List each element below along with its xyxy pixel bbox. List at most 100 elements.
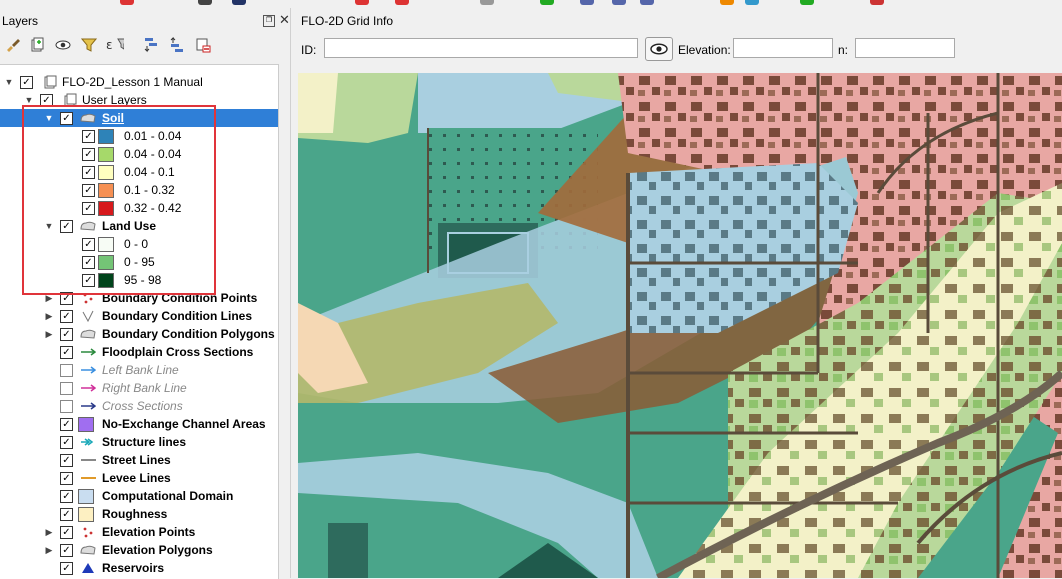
layer-visibility-checkbox[interactable]: ✓ [60, 328, 73, 341]
layer-label: Boundary Condition Points [102, 291, 257, 305]
layer-label: Cross Sections [102, 399, 183, 413]
layers-tree[interactable]: ▼✓FLO-2D_Lesson 1 Manual▼✓User Layers▼✓S… [0, 64, 279, 579]
filter-icon[interactable] [80, 36, 98, 54]
layer-visibility-checkbox[interactable]: ✓ [60, 526, 73, 539]
layer-visibility-checkbox[interactable] [60, 364, 73, 377]
expand-arrow-icon[interactable]: ▶ [44, 293, 54, 304]
layer-row[interactable]: ▶✓Elevation Polygons [0, 541, 278, 559]
layer-visibility-checkbox[interactable]: ✓ [60, 490, 73, 503]
layer-row[interactable]: ✓No-Exchange Channel Areas [0, 415, 278, 433]
layer-visibility-checkbox[interactable]: ✓ [82, 238, 95, 251]
layer-row[interactable]: ▼✓Soil [0, 109, 278, 127]
layer-visibility-checkbox[interactable]: ✓ [82, 274, 95, 287]
collapse-arrow-icon[interactable]: ▼ [4, 77, 14, 87]
layer-row[interactable]: ✓ Levee Lines [0, 469, 278, 487]
layer-visibility-checkbox[interactable]: ✓ [60, 310, 73, 323]
eye-icon[interactable] [54, 36, 72, 54]
paint-brush-icon[interactable] [4, 36, 22, 54]
add-group-icon[interactable] [28, 36, 46, 54]
layer-visibility-checkbox[interactable]: ✓ [82, 184, 95, 197]
layer-visibility-checkbox[interactable]: ✓ [60, 508, 73, 521]
layer-row[interactable]: ✓ 0.01 - 0.04 [0, 127, 278, 145]
layer-row[interactable]: Right Bank Line [0, 379, 278, 397]
layer-row[interactable]: ✓0.32 - 0.42 [0, 199, 278, 217]
expand-arrow-icon[interactable]: ▶ [44, 527, 54, 538]
layer-row[interactable]: ▶✓Boundary Condition Polygons [0, 325, 278, 343]
layer-row[interactable]: ✓Structure lines [0, 433, 278, 451]
layer-row[interactable]: ✓0.1 - 0.32 [0, 181, 278, 199]
triangle-icon [80, 561, 96, 575]
layer-visibility-checkbox[interactable]: ✓ [82, 256, 95, 269]
layer-row[interactable]: ▼✓Land Use [0, 217, 278, 235]
arrow-blue-icon [80, 363, 96, 377]
layer-row[interactable]: ✓Roughness [0, 505, 278, 523]
layer-row[interactable]: ✓ 95 - 98 [0, 271, 278, 289]
layer-row[interactable]: Cross Sections [0, 397, 278, 415]
eye-button[interactable] [645, 37, 673, 61]
layer-row[interactable]: ✓Street Lines [0, 451, 278, 469]
expand-arrow-icon[interactable]: ▶ [44, 311, 54, 322]
layer-row[interactable]: ▶ ✓ Boundary Condition Points [0, 289, 278, 307]
layer-label: Left Bank Line [102, 363, 179, 377]
line-orange-icon [80, 471, 96, 485]
filter-expression-icon[interactable]: ε [106, 36, 124, 54]
grid-info-title: FLO-2D Grid Info [301, 14, 393, 28]
n-input[interactable] [855, 38, 955, 58]
layer-label: 0.01 - 0.04 [124, 129, 181, 143]
layer-label: Levee Lines [102, 471, 171, 485]
layer-visibility-checkbox[interactable]: ✓ [60, 436, 73, 449]
layer-visibility-checkbox[interactable]: ✓ [60, 472, 73, 485]
layer-label: 95 - 98 [124, 273, 161, 287]
layer-label: Computational Domain [102, 489, 233, 503]
expand-all-icon[interactable] [142, 36, 160, 54]
layer-visibility-checkbox[interactable]: ✓ [82, 202, 95, 215]
collapse-arrow-icon[interactable]: ▼ [44, 113, 54, 123]
expand-arrow-icon[interactable]: ▶ [44, 545, 54, 556]
layer-visibility-checkbox[interactable]: ✓ [60, 220, 73, 233]
layer-visibility-checkbox[interactable]: ✓ [60, 112, 73, 125]
layer-row[interactable]: ▼✓FLO-2D_Lesson 1 Manual [0, 73, 278, 91]
elevation-label: Elevation: [678, 43, 731, 57]
layer-visibility-checkbox[interactable]: ✓ [60, 418, 73, 431]
elevation-input[interactable] [733, 38, 833, 58]
layer-visibility-checkbox[interactable]: ✓ [82, 148, 95, 161]
layer-visibility-checkbox[interactable] [60, 382, 73, 395]
collapse-arrow-icon[interactable]: ▼ [24, 95, 34, 105]
layer-row[interactable]: ✓0.04 - 0.04 [0, 145, 278, 163]
layer-row[interactable]: ✓Reservoirs [0, 559, 278, 577]
remove-layer-icon[interactable] [194, 36, 212, 54]
layer-row[interactable]: ✓Floodplain Cross Sections [0, 343, 278, 361]
layers-panel: Layers ❐ ✕ ε ▼✓FLO-2D_Lesson 1 Manual▼✓U… [0, 8, 278, 578]
layer-row[interactable]: ✓0.04 - 0.1 [0, 163, 278, 181]
map-canvas[interactable] [298, 73, 1062, 578]
collapse-arrow-icon[interactable]: ▼ [44, 221, 54, 231]
layer-visibility-checkbox[interactable]: ✓ [82, 166, 95, 179]
layer-row[interactable]: ✓0 - 95 [0, 253, 278, 271]
eye-icon [650, 43, 668, 55]
id-input[interactable] [324, 38, 638, 58]
layer-row[interactable]: ▶✓Boundary Condition Lines [0, 307, 278, 325]
layer-visibility-checkbox[interactable]: ✓ [82, 130, 95, 143]
layer-row[interactable]: ▶✓Elevation Points [0, 523, 278, 541]
layer-row[interactable]: ✓ Computational Domain [0, 487, 278, 505]
close-icon[interactable]: ✕ [279, 12, 290, 28]
layer-visibility-checkbox[interactable]: ✓ [60, 454, 73, 467]
layer-visibility-checkbox[interactable]: ✓ [60, 544, 73, 557]
collapse-all-icon[interactable] [168, 36, 186, 54]
layer-visibility-checkbox[interactable]: ✓ [60, 562, 73, 575]
layer-visibility-checkbox[interactable] [60, 400, 73, 413]
arrow-cyan-icon [80, 435, 96, 449]
legend-swatch [78, 507, 94, 522]
expand-arrow-icon[interactable]: ▶ [44, 329, 54, 340]
float-icon[interactable]: ❐ [263, 15, 275, 27]
layer-row[interactable]: ▼✓User Layers [0, 91, 278, 109]
layer-visibility-checkbox[interactable]: ✓ [60, 346, 73, 359]
layer-row[interactable]: Left Bank Line [0, 361, 278, 379]
id-label: ID: [301, 43, 316, 57]
layer-visibility-checkbox[interactable]: ✓ [60, 292, 73, 305]
panel-divider[interactable] [290, 8, 291, 578]
layer-row[interactable]: ✓0 - 0 [0, 235, 278, 253]
layer-visibility-checkbox[interactable]: ✓ [40, 94, 53, 107]
layer-visibility-checkbox[interactable]: ✓ [20, 76, 33, 89]
legend-swatch [98, 165, 114, 180]
